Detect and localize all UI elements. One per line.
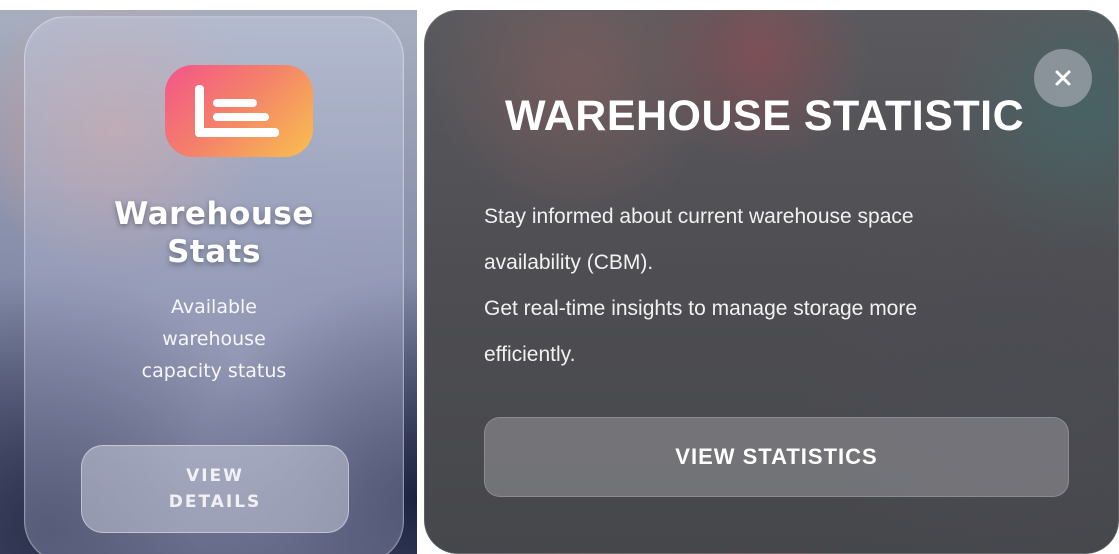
modal-description-line: Stay informed about current warehouse sp… (484, 205, 914, 228)
card-title-line: Stats (167, 234, 261, 270)
card-title-line: Warehouse (114, 196, 314, 232)
card-subtitle: Available warehouse capacity status (1, 291, 417, 387)
left-panel: Warehouse Stats Available warehouse capa… (0, 10, 417, 554)
warehouse-statistic-modal: WAREHOUSE STATISTIC Stay informed about … (424, 10, 1119, 554)
card-title: Warehouse Stats (1, 195, 417, 271)
modal-description-line: Get real-time insights to manage storage… (484, 297, 918, 320)
card-subtitle-line: capacity status (141, 360, 287, 382)
close-button[interactable] (1034, 49, 1092, 107)
modal-description: Stay informed about current warehouse sp… (484, 194, 1064, 378)
modal-title: WAREHOUSE STATISTIC (505, 92, 1025, 140)
close-icon (1055, 70, 1071, 86)
modal-description-line: availability (CBM). (484, 251, 654, 274)
view-details-label-line: VIEW (186, 466, 244, 486)
view-details-label-line: DETAILS (168, 492, 262, 512)
modal-description-line: efficiently. (484, 343, 576, 366)
card-subtitle-line: Available (170, 296, 257, 318)
list-lines-icon (165, 65, 313, 157)
list-lines-glyph (195, 85, 279, 137)
view-statistics-button[interactable]: VIEW STATISTICS (484, 417, 1069, 497)
view-details-button[interactable]: VIEW DETAILS (81, 445, 349, 533)
warehouse-stats-card[interactable]: Warehouse Stats Available warehouse capa… (24, 16, 404, 554)
card-subtitle-line: warehouse (162, 328, 266, 350)
